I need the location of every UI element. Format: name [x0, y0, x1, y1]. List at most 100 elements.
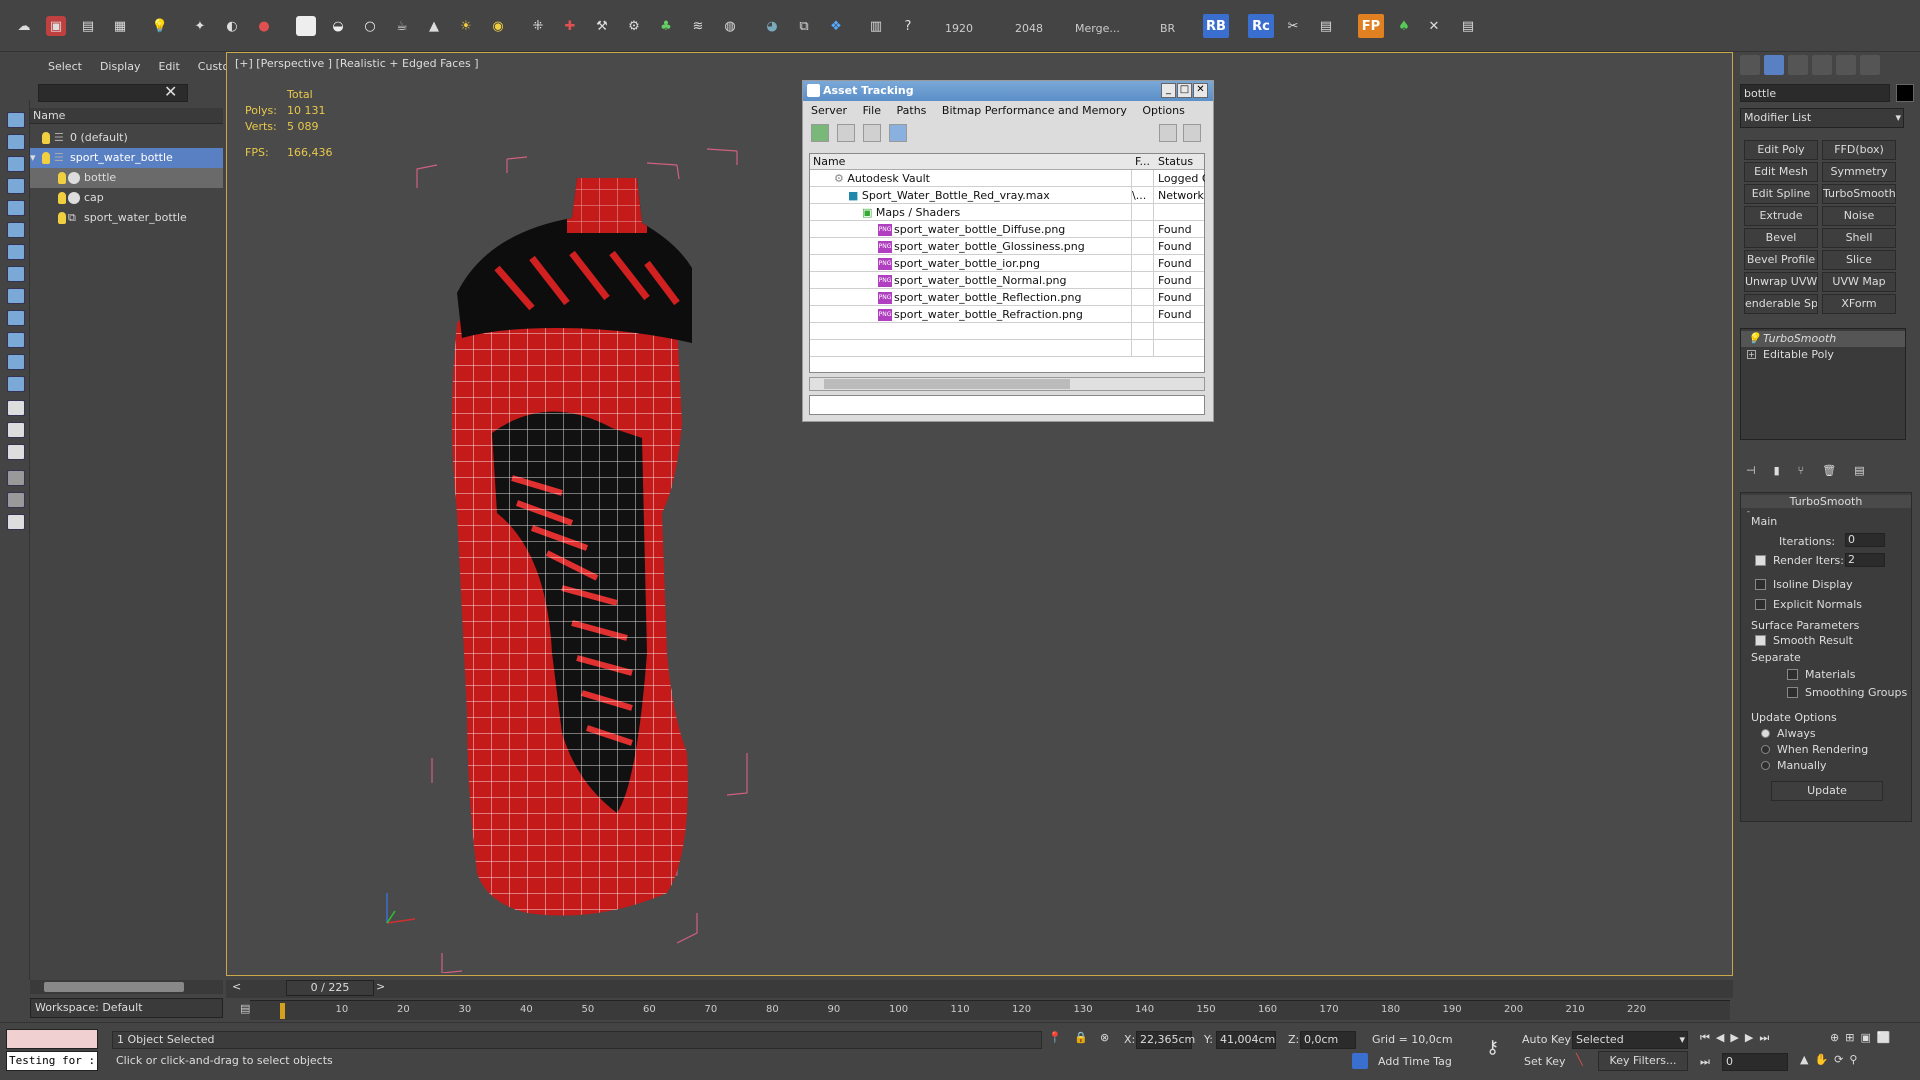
prev-frame-arrow-icon[interactable]: <	[232, 980, 241, 993]
rb-button[interactable]: RB	[1203, 14, 1229, 38]
graph-icon[interactable]: ▦	[110, 16, 130, 36]
next-frame-arrow-icon[interactable]: >	[376, 980, 385, 993]
modifier-extrude-button[interactable]: Extrude	[1744, 206, 1818, 226]
asset-horizontal-scrollbar[interactable]	[809, 377, 1205, 391]
rollout-collapse-icon[interactable]: -	[1747, 507, 1750, 516]
table-row[interactable]: ▣ Maps / Shaders	[810, 204, 1204, 221]
display-frozen-icon[interactable]	[7, 354, 25, 370]
fp-button[interactable]: FP	[1358, 14, 1384, 38]
asset-menu-bitmap[interactable]: Bitmap Performance and Memory	[942, 104, 1127, 117]
remove-modifier-icon[interactable]: 🗑	[1822, 464, 1836, 484]
viewport-label[interactable]: [+] [Perspective ] [Realistic + Edged Fa…	[235, 57, 479, 70]
column-name[interactable]: Name	[813, 154, 845, 169]
maxscript-mini-listener[interactable]: Testing for :	[6, 1051, 98, 1071]
visibility-bulb-icon[interactable]	[42, 152, 50, 164]
help-icon[interactable]	[1159, 124, 1177, 142]
find-icon[interactable]	[7, 492, 25, 508]
add-time-tag[interactable]: Add Time Tag	[1378, 1055, 1452, 1068]
tree-row-default-layer[interactable]: ☰ 0 (default)	[30, 128, 223, 148]
set-key-icon[interactable]: ╲	[1576, 1053, 1583, 1066]
modifier-unwrap-uvw-button[interactable]: Unwrap UVW	[1744, 272, 1818, 292]
asset-menu-paths[interactable]: Paths	[897, 104, 927, 117]
tree-row-bottle[interactable]: bottle	[30, 168, 223, 188]
create-tab-icon[interactable]	[1740, 55, 1760, 75]
grid-view-icon[interactable]	[889, 124, 907, 142]
auto-key-button[interactable]: Auto Key	[1522, 1033, 1571, 1046]
expand-plus-icon[interactable]: +	[1747, 350, 1756, 359]
toolbar-br[interactable]: BR	[1160, 22, 1175, 35]
connect-icon[interactable]: ✚	[560, 16, 580, 36]
floorplan-icon[interactable]: ▥	[866, 16, 886, 36]
key-selection-dropdown[interactable]: Selected ▾	[1572, 1031, 1688, 1049]
field-of-view-icon[interactable]: ▲	[1800, 1053, 1808, 1066]
go-to-start-icon[interactable]: ⏮	[1700, 1031, 1710, 1045]
modifier-renderable-spline-button[interactable]: enderable Splin	[1744, 294, 1818, 314]
globe-icon[interactable]: ◕	[762, 16, 782, 36]
modifier-edit-mesh-button[interactable]: Edit Mesh	[1744, 162, 1818, 182]
display-lights-icon[interactable]	[7, 178, 25, 194]
modifier-edit-spline-button[interactable]: Edit Spline	[1744, 184, 1818, 204]
table-row[interactable]: PNG sport_water_bottle_Refraction.png Fou…	[810, 306, 1204, 323]
y-coordinate-field[interactable]: 41,004cm	[1216, 1031, 1276, 1049]
display-groups-icon[interactable]	[7, 266, 25, 282]
manually-radio[interactable]	[1761, 761, 1770, 770]
tree-row-sport-water-bottle-layer[interactable]: ▾ ☰ sport_water_bottle	[30, 148, 223, 168]
modifier-turbosmooth-button[interactable]: TurboSmooth	[1822, 184, 1896, 204]
iterations-spinner[interactable]: 0	[1845, 533, 1885, 547]
display-hidden-icon[interactable]	[7, 376, 25, 392]
play-icon[interactable]: ▶	[1730, 1031, 1738, 1045]
scrollbar-thumb[interactable]	[44, 982, 184, 992]
render-iters-checkbox[interactable]	[1755, 555, 1766, 566]
rc-button[interactable]: Rc	[1248, 14, 1274, 38]
scrollbar-thumb[interactable]	[824, 379, 1070, 389]
tree-row-sport-water-bottle-group[interactable]: ⧉ sport_water_bottle	[30, 208, 223, 228]
toolbar-merge[interactable]: Merge...	[1075, 22, 1120, 35]
z-coordinate-field[interactable]: 0,0cm	[1300, 1031, 1356, 1049]
pin-stack-icon[interactable]: ⊣	[1746, 464, 1756, 484]
rotate-icon[interactable]: ◐	[222, 16, 242, 36]
display-helpers-icon[interactable]	[7, 222, 25, 238]
when-rendering-radio[interactable]	[1761, 745, 1770, 754]
display-xrefs-icon[interactable]	[7, 288, 25, 304]
maximize-viewport-icon[interactable]: ⬜	[1877, 1031, 1891, 1044]
maxscript-listener-pink[interactable]	[6, 1029, 98, 1049]
always-radio[interactable]	[1761, 729, 1770, 738]
asset-path-field[interactable]	[809, 395, 1205, 415]
prev-frame-icon[interactable]: ◀	[1716, 1031, 1724, 1045]
display-all-icon[interactable]	[7, 400, 25, 416]
grid-icon[interactable]: ⁜	[528, 16, 548, 36]
dialog-title-bar[interactable]: Asset Tracking	[803, 81, 1213, 101]
bone-icon[interactable]: ⚒	[592, 16, 612, 36]
current-frame-field[interactable]: 0	[1722, 1053, 1788, 1071]
render-frame-icon[interactable]: ▣	[46, 16, 66, 36]
smooth-result-checkbox[interactable]	[1755, 635, 1766, 646]
smoothing-groups-checkbox[interactable]	[1787, 687, 1798, 698]
table-row[interactable]: PNG sport_water_bottle_Diffuse.png Found	[810, 221, 1204, 238]
explorer-horizontal-scrollbar[interactable]	[30, 980, 223, 994]
gear-icon[interactable]: ⚙	[624, 16, 644, 36]
list-icon[interactable]: ▤	[1458, 16, 1478, 36]
menu-display[interactable]: Display	[100, 60, 141, 73]
materials-checkbox[interactable]	[1787, 669, 1798, 680]
orbit-icon[interactable]: ⟳	[1834, 1053, 1843, 1066]
display-cameras-icon[interactable]	[7, 200, 25, 216]
visibility-bulb-icon[interactable]	[58, 192, 66, 204]
stack-item-editable-poly[interactable]: + Editable Poly	[1741, 347, 1905, 363]
cone-icon[interactable]: ▲	[424, 16, 444, 36]
modifier-symmetry-button[interactable]: Symmetry	[1822, 162, 1896, 182]
make-unique-icon[interactable]: ⑂	[1798, 464, 1805, 484]
light-icon[interactable]: 💡	[150, 16, 170, 36]
explorer-column-name[interactable]: Name	[30, 108, 223, 124]
list-view-icon[interactable]	[837, 124, 855, 142]
zoom-extents-icon[interactable]: ▣	[1860, 1031, 1870, 1044]
rollout-title[interactable]: TurboSmooth	[1741, 495, 1911, 508]
settings-icon[interactable]	[1183, 124, 1201, 142]
set-key-button[interactable]: Set Key	[1524, 1055, 1566, 1068]
fur-icon[interactable]: ◍	[720, 16, 740, 36]
menu-select[interactable]: Select	[48, 60, 82, 73]
column-f[interactable]: F...	[1135, 154, 1150, 169]
visibility-bulb-icon[interactable]	[42, 132, 50, 144]
teapot-icon[interactable]: ☕	[392, 16, 412, 36]
table-row[interactable]: PNG sport_water_bottle_ior.png Found	[810, 255, 1204, 272]
toolbar-value-1[interactable]: 1920	[945, 22, 973, 35]
